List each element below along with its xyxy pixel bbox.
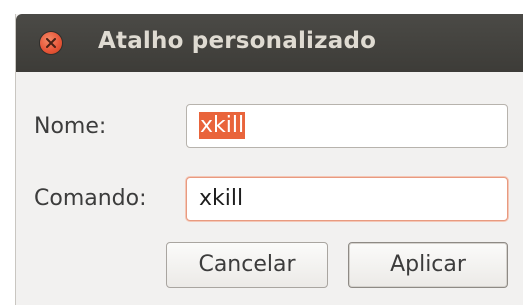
command-field[interactable]: xkill bbox=[186, 177, 508, 221]
custom-shortcut-dialog: Atalho personalizado Nome: xkill Comando… bbox=[15, 14, 523, 305]
dialog-title: Atalho personalizado bbox=[98, 28, 377, 54]
name-field[interactable]: xkill bbox=[186, 104, 508, 148]
command-label: Comando: bbox=[34, 186, 147, 211]
name-label: Nome: bbox=[34, 114, 107, 139]
close-icon bbox=[46, 38, 56, 48]
name-field-selected-text: xkill bbox=[199, 112, 246, 139]
titlebar[interactable]: Atalho personalizado bbox=[16, 14, 523, 72]
command-field-text: xkill bbox=[199, 186, 244, 211]
apply-button[interactable]: Aplicar bbox=[348, 242, 508, 288]
cancel-button[interactable]: Cancelar bbox=[166, 242, 328, 288]
close-button[interactable] bbox=[40, 32, 62, 54]
